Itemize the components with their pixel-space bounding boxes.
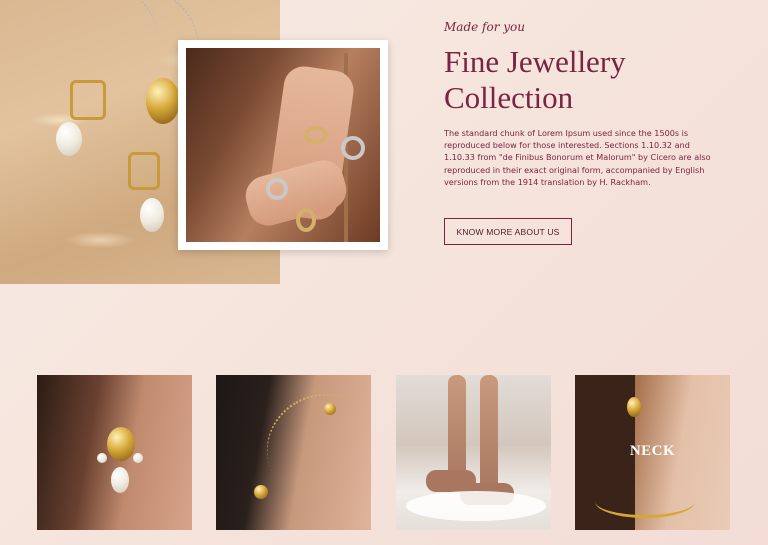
- leg: [448, 375, 466, 485]
- know-more-button[interactable]: KNOW MORE ABOUT US: [444, 218, 572, 245]
- hero-tagline: Made for you: [444, 20, 525, 34]
- foam: [406, 491, 546, 521]
- gold-earring: [146, 78, 180, 124]
- necklace-chain: [595, 485, 695, 518]
- leg: [480, 375, 498, 495]
- ring: [296, 208, 316, 232]
- bracelet-charm: [254, 485, 268, 499]
- earring-hook: [70, 80, 106, 120]
- ring: [304, 126, 328, 144]
- pearl: [133, 453, 143, 463]
- hero-description: The standard chunk of Lorem Ipsum used s…: [444, 128, 711, 187]
- product-card-earrings[interactable]: [37, 375, 192, 530]
- hand-rings-photo: [186, 48, 380, 242]
- product-card-necklace[interactable]: NECK: [575, 375, 730, 530]
- product-card-hand-chain[interactable]: [216, 375, 371, 530]
- hero-title: Fine Jewellery Collection: [444, 44, 626, 115]
- ring-charm: [324, 403, 336, 415]
- pearl: [140, 198, 164, 232]
- pearl: [97, 453, 107, 463]
- hero-hand-photo-frame: [178, 40, 388, 250]
- card-label-neck: NECK: [629, 443, 676, 459]
- pearl: [111, 467, 129, 493]
- ring: [341, 136, 365, 160]
- earring: [107, 427, 135, 461]
- ring: [266, 178, 288, 200]
- earring: [627, 397, 641, 417]
- product-card-anklet[interactable]: [396, 375, 551, 530]
- earring-hook: [128, 152, 160, 190]
- pearl: [56, 122, 82, 156]
